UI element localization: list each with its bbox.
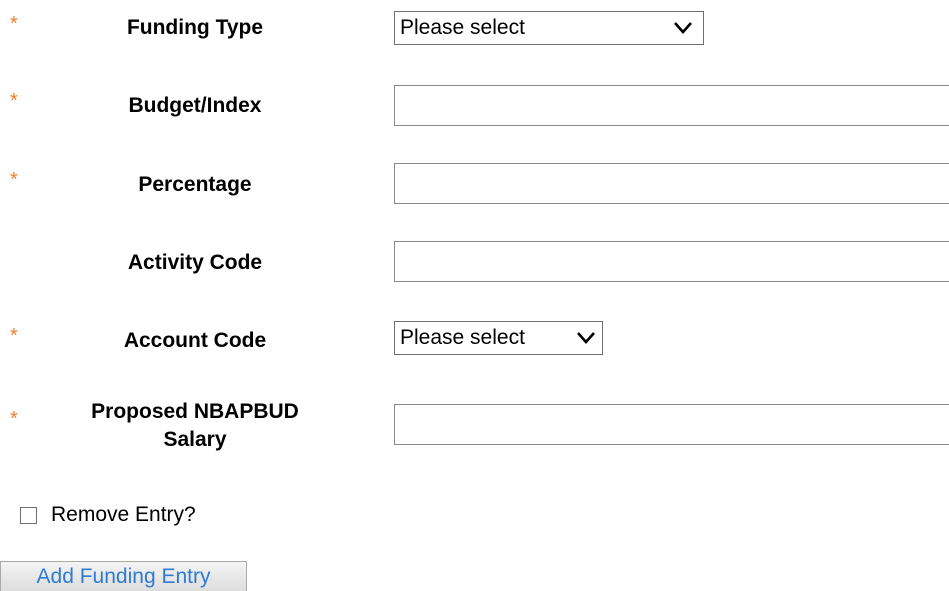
activity-code-input[interactable]	[394, 241, 949, 282]
proposed-salary-label: Proposed NBAPBUD Salary	[40, 398, 350, 454]
funding-entry-form: * Funding Type Please select * Budget/In…	[0, 0, 949, 591]
account-code-label: Account Code	[123, 329, 267, 352]
activity-code-label: Activity Code	[127, 251, 263, 274]
account-code-selected-value: Please select	[400, 326, 525, 349]
proposed-salary-label-line1: Proposed NBAPBUD	[91, 400, 299, 423]
chevron-down-icon	[574, 328, 598, 348]
account-code-select[interactable]: Please select	[394, 321, 603, 355]
required-marker: *	[10, 408, 18, 430]
funding-type-label: Funding Type	[126, 16, 264, 39]
add-funding-entry-button[interactable]: Add Funding Entry	[0, 561, 247, 591]
required-marker: *	[10, 169, 18, 191]
proposed-salary-label-line2: Salary	[163, 428, 227, 451]
budget-index-input[interactable]	[394, 85, 949, 126]
percentage-label: Percentage	[138, 173, 252, 196]
percentage-input[interactable]	[394, 163, 949, 204]
required-marker: *	[10, 90, 18, 112]
remove-entry-checkbox[interactable]	[20, 506, 37, 524]
remove-entry-label[interactable]: Remove Entry?	[51, 501, 196, 529]
remove-entry-row: Remove Entry?	[20, 501, 196, 529]
required-marker: *	[10, 13, 18, 35]
budget-index-label: Budget/Index	[128, 94, 262, 117]
funding-type-select[interactable]: Please select	[394, 11, 704, 45]
proposed-salary-input[interactable]	[394, 404, 949, 445]
funding-type-selected-value: Please select	[400, 16, 525, 39]
required-marker: *	[10, 325, 18, 347]
chevron-down-icon	[671, 18, 695, 38]
